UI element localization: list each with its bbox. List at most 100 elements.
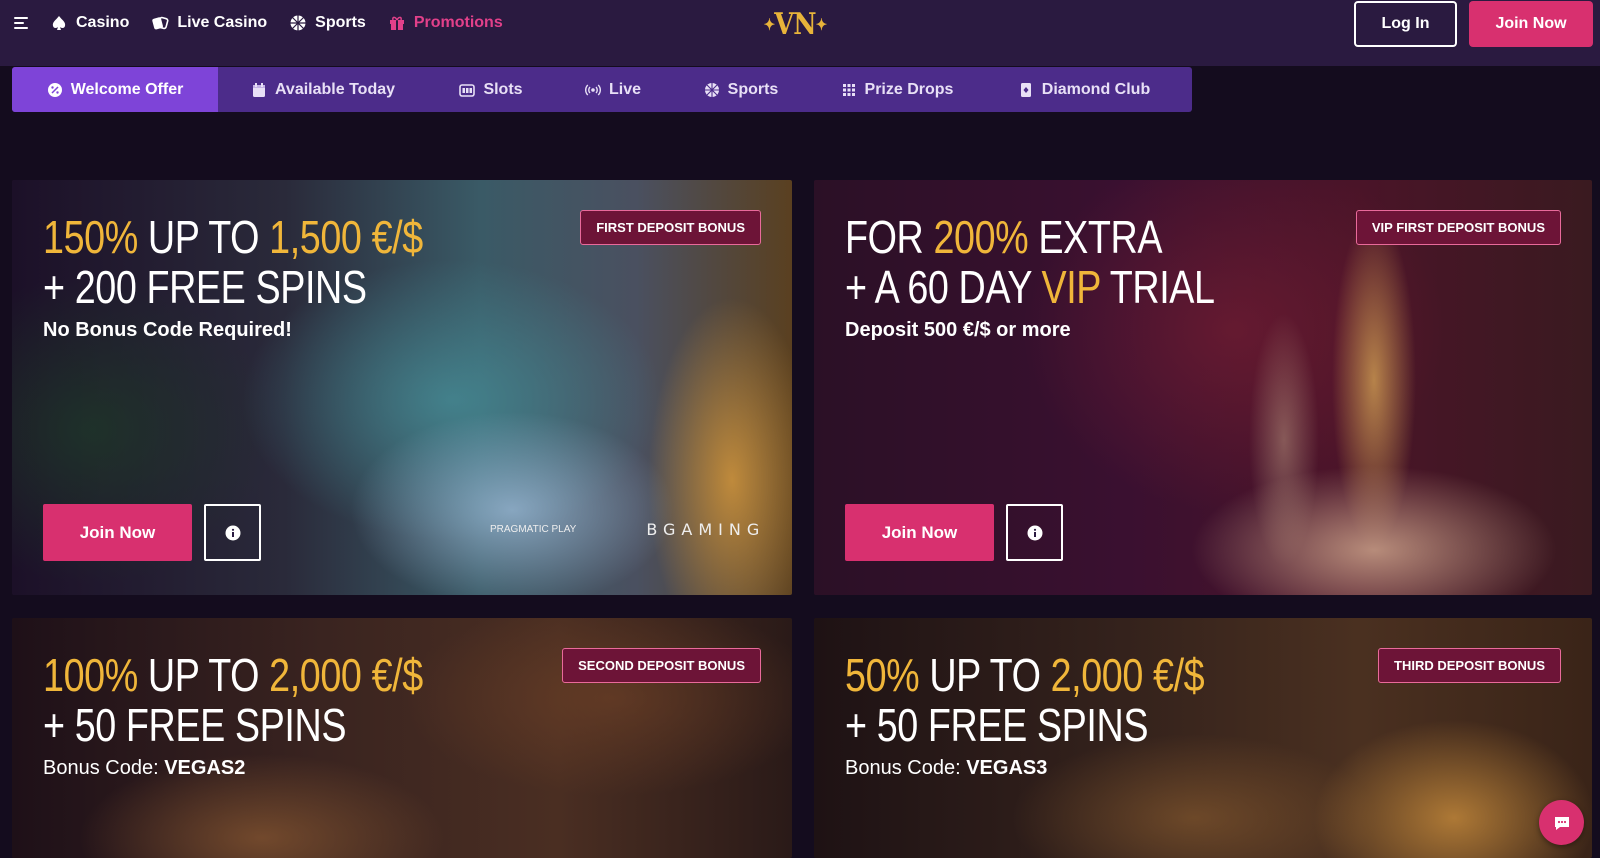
- headline-text: + 50 FREE SPINS: [845, 699, 1149, 751]
- nav-live-casino[interactable]: Live Casino: [151, 14, 267, 32]
- tab-label: Prize Drops: [864, 80, 954, 98]
- nav-label: Live Casino: [177, 14, 268, 31]
- top-navigation-bar: Casino Live Casino Sports Promotions ✦ VN…: [0, 0, 1600, 66]
- headline-highlight: 100%: [43, 649, 138, 701]
- headline-highlight: VIP: [1041, 261, 1101, 313]
- subtitle-label: Bonus Code:: [43, 757, 165, 779]
- tab-welcome-offer[interactable]: Welcome Offer: [12, 67, 218, 112]
- logo-text: VN: [774, 6, 816, 42]
- slot-machine-icon: [459, 83, 476, 97]
- info-icon: [225, 525, 240, 540]
- headline-highlight: 1,500 €/$: [269, 211, 423, 263]
- tab-label: Slots: [483, 80, 523, 98]
- card-join-now-button[interactable]: Join Now: [845, 504, 994, 561]
- card-join-now-button[interactable]: Join Now: [43, 504, 192, 561]
- broadcast-icon: [584, 84, 601, 95]
- headline-line-2: + 50 FREE SPINS: [43, 700, 423, 750]
- subtitle-label: Bonus Code:: [845, 757, 967, 779]
- tab-diamond-club[interactable]: Diamond Club: [984, 67, 1184, 112]
- headline-text: UP TO: [137, 211, 270, 263]
- nav-label: Casino: [76, 14, 130, 31]
- headline-line-2: + A 60 DAY VIP TRIAL: [845, 262, 1215, 312]
- headline-highlight: 150%: [43, 211, 138, 263]
- headline-highlight: 2,000 €/$: [1050, 649, 1205, 701]
- headline-line-2: + 50 FREE SPINS: [845, 700, 1204, 750]
- card-headline: FOR 200% EXTRA + A 60 DAY VIP TRIAL: [845, 212, 1215, 312]
- card-subtitle: No Bonus Code Required!: [43, 319, 292, 341]
- promo-card-vip-first-deposit: FOR 200% EXTRA + A 60 DAY VIP TRIAL Depo…: [814, 180, 1592, 595]
- card-headline: 150% UP TO 1,500 €/$ + 200 FREE SPINS: [43, 212, 423, 312]
- login-button[interactable]: Log In: [1354, 1, 1457, 47]
- live-chat-button[interactable]: [1539, 800, 1584, 845]
- headline-line-1: FOR 200% EXTRA: [845, 212, 1215, 262]
- tab-slots[interactable]: Slots: [428, 67, 554, 112]
- sports-ball-icon: [704, 82, 719, 97]
- info-icon: [1027, 525, 1042, 540]
- bonus-code: VEGAS2: [164, 757, 246, 779]
- gift-icon: [389, 16, 404, 30]
- headline-highlight: 2,000 €/$: [269, 649, 423, 701]
- tab-label: Diamond Club: [1041, 80, 1151, 98]
- headline-line-2: + 200 FREE SPINS: [43, 262, 423, 312]
- headline-line-1: 150% UP TO 1,500 €/$: [43, 212, 423, 262]
- sparkle-icon: ✦: [763, 14, 775, 34]
- promo-card-second-deposit: 100% UP TO 2,000 €/$ + 50 FREE SPINS Bon…: [12, 618, 792, 858]
- info-button[interactable]: [204, 504, 261, 561]
- nav-label: Promotions: [413, 14, 503, 31]
- tab-prize-drops[interactable]: Prize Drops: [810, 67, 984, 112]
- promo-card-third-deposit: 50% UP TO 2,000 €/$ + 50 FREE SPINS Bonu…: [814, 618, 1592, 858]
- headline-text: EXTRA: [1028, 211, 1163, 263]
- bonus-badge: SECOND DEPOSIT BONUS: [562, 648, 761, 683]
- calendar-icon: [252, 82, 265, 97]
- tab-live[interactable]: Live: [554, 67, 672, 112]
- tab-sports[interactable]: Sports: [672, 67, 810, 112]
- headline-highlight: 200%: [933, 211, 1029, 263]
- join-now-button[interactable]: Join Now: [1469, 1, 1593, 47]
- promo-category-tabs: Welcome Offer Available Today Slots Live…: [12, 67, 1192, 112]
- nav-promotions[interactable]: Promotions: [388, 14, 503, 32]
- headline-text: TRIAL: [1100, 261, 1215, 313]
- nav-casino[interactable]: Casino: [50, 14, 129, 32]
- headline-text: + A 60 DAY: [845, 261, 1042, 313]
- card-subtitle: Bonus Code: VEGAS2: [43, 757, 245, 780]
- percent-badge-icon: [47, 82, 62, 97]
- info-button[interactable]: [1006, 504, 1063, 561]
- diamond-card-icon: [1020, 82, 1031, 97]
- tab-label: Sports: [727, 80, 779, 98]
- tab-label: Welcome Offer: [70, 80, 184, 98]
- headline-text: UP TO: [137, 649, 270, 701]
- bonus-badge: VIP FIRST DEPOSIT BONUS: [1355, 210, 1561, 245]
- card-headline: 100% UP TO 2,000 €/$ + 50 FREE SPINS: [43, 650, 423, 750]
- bonus-badge: THIRD DEPOSIT BONUS: [1378, 648, 1561, 683]
- headline-line-1: 50% UP TO 2,000 €/$: [845, 649, 1205, 701]
- sparkle-icon: ✦: [815, 14, 827, 34]
- nav-label: Sports: [315, 14, 366, 31]
- card-subtitle: Bonus Code: VEGAS3: [845, 757, 1047, 780]
- casino-icon: [52, 16, 66, 30]
- bgaming-logo: BGAMING: [646, 520, 766, 539]
- sports-ball-icon: [290, 15, 306, 31]
- pragmatic-play-logo: PRAGMATIC PLAY: [490, 524, 577, 535]
- chat-icon: [1554, 816, 1569, 830]
- bonus-badge: FIRST DEPOSIT BONUS: [580, 210, 761, 245]
- grid-dots-icon: [842, 83, 855, 96]
- headline-text: UP TO: [919, 649, 1051, 701]
- headline-text: FOR: [845, 211, 934, 263]
- bonus-code: VEGAS3: [966, 757, 1048, 779]
- hamburger-menu-icon[interactable]: [14, 17, 28, 29]
- live-casino-icon: [152, 16, 169, 30]
- provider-logos: PRAGMATIC PLAY BGAMING: [490, 520, 765, 539]
- tab-label: Live: [608, 80, 641, 98]
- card-subtitle: Deposit 500 €/$ or more: [845, 319, 1071, 341]
- headline-highlight: 50%: [845, 649, 920, 701]
- main-nav: Casino Live Casino Sports Promotions: [50, 0, 503, 46]
- nav-sports[interactable]: Sports: [289, 14, 366, 32]
- headline-text: + 200 FREE SPINS: [43, 261, 367, 313]
- tab-label: Available Today: [274, 80, 396, 98]
- headline-line-1: 100% UP TO 2,000 €/$: [43, 650, 423, 700]
- promo-card-first-deposit: 150% UP TO 1,500 €/$ + 200 FREE SPINS No…: [12, 180, 792, 595]
- card-headline: 50% UP TO 2,000 €/$ + 50 FREE SPINS: [845, 649, 1205, 750]
- tab-available-today[interactable]: Available Today: [218, 67, 428, 112]
- site-logo[interactable]: ✦ VN ✦: [763, 4, 827, 44]
- headline-text: + 50 FREE SPINS: [43, 699, 347, 751]
